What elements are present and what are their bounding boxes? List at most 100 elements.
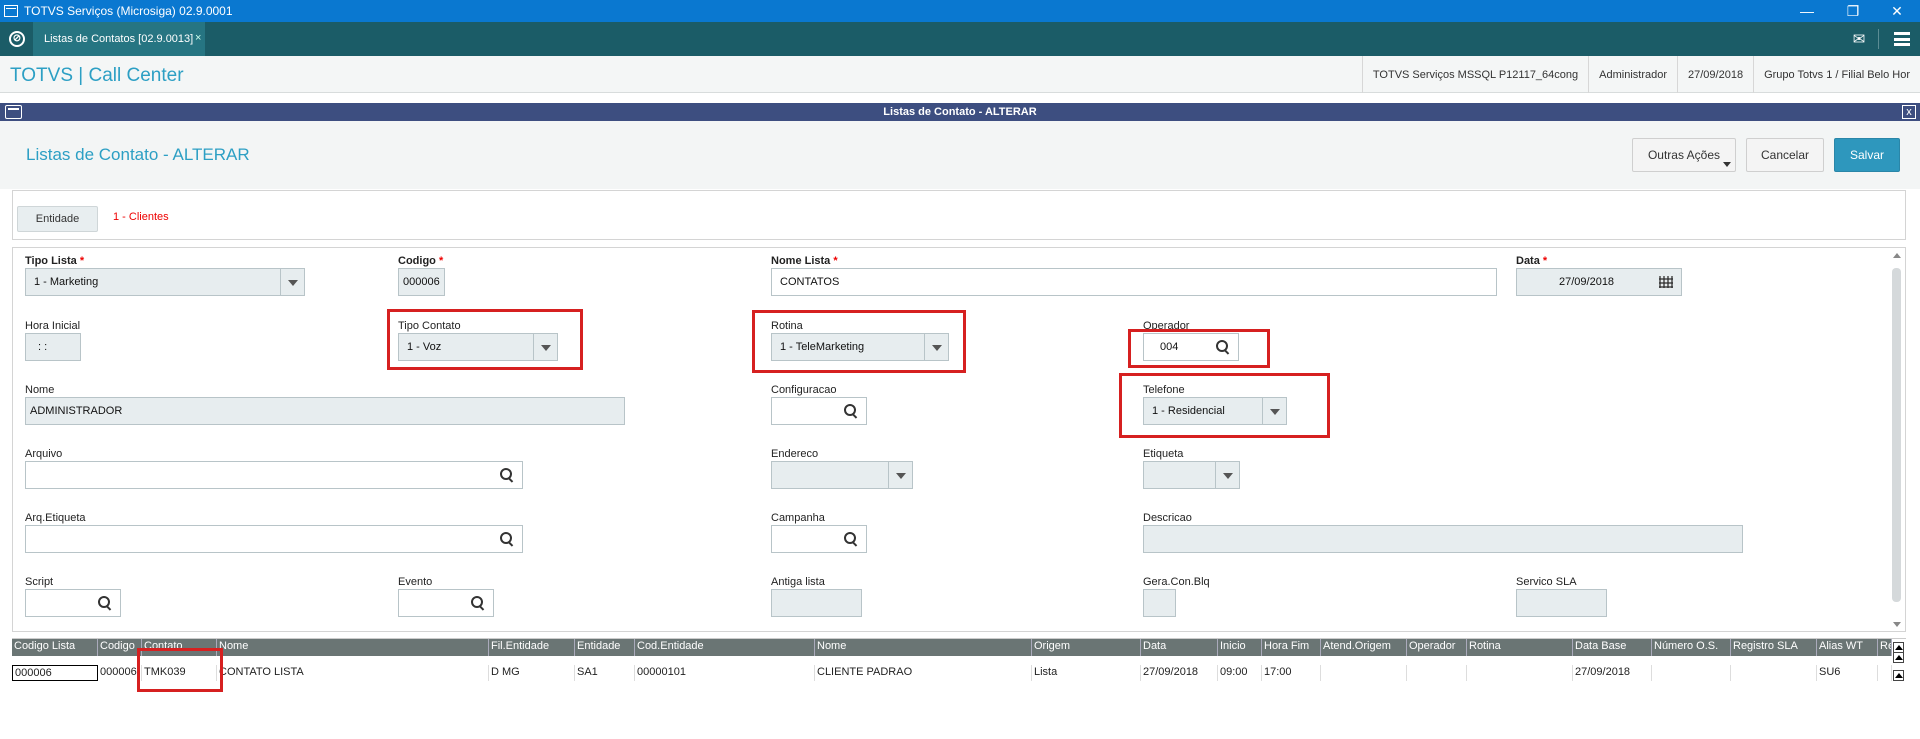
table-cell[interactable]: SU6 <box>1817 665 1878 681</box>
arq-etiqueta-field[interactable] <box>25 525 523 553</box>
tab-listas-contatos[interactable]: Listas de Contatos [02.9.0013] <box>33 22 205 56</box>
antiga-lista-field[interactable] <box>771 589 862 617</box>
nome-field[interactable]: ADMINISTRADOR <box>25 397 625 425</box>
table-row[interactable]: 000006 000006 TMK039 CONTATO LISTA D MG … <box>12 665 1892 681</box>
gera-con-blq-field[interactable] <box>1143 589 1176 617</box>
etiqueta-label: Etiqueta <box>1143 448 1184 460</box>
arquivo-field[interactable] <box>25 461 523 489</box>
table-cell[interactable] <box>1321 665 1407 681</box>
app-header: TOTVS | Call Center TOTVS Serviços MSSQL… <box>0 56 1920 93</box>
descricao-field[interactable] <box>1143 525 1743 553</box>
chevron-down-icon <box>533 334 557 360</box>
column-header[interactable]: Operador <box>1407 639 1467 656</box>
menu-icon[interactable] <box>1894 29 1910 49</box>
table-cell[interactable]: CONTATO LISTA <box>217 665 489 681</box>
column-header[interactable]: Rotina <box>1467 639 1573 656</box>
table-cell[interactable] <box>1731 665 1817 681</box>
table-cell[interactable]: Lista <box>1032 665 1141 681</box>
evento-field[interactable] <box>398 589 494 617</box>
column-header[interactable]: Hora Fim <box>1262 639 1321 656</box>
scroll-up-icon[interactable] <box>1893 652 1904 663</box>
tab-close-icon[interactable]: × <box>195 32 201 44</box>
script-field[interactable] <box>25 589 121 617</box>
search-icon[interactable] <box>844 404 858 418</box>
close-window-button[interactable]: ✕ <box>1874 0 1920 22</box>
configuracao-field[interactable] <box>771 397 867 425</box>
column-header[interactable]: Codigo <box>98 639 142 656</box>
table-cell[interactable]: TMK039 <box>142 665 217 681</box>
operador-field[interactable]: 004 <box>1143 333 1239 361</box>
save-button[interactable]: Salvar <box>1834 138 1900 172</box>
column-header[interactable]: Fil.Entidade <box>489 639 575 656</box>
hora-inicial-field[interactable]: : : <box>25 333 81 361</box>
column-header[interactable]: Inicio <box>1218 639 1262 656</box>
table-cell[interactable]: 27/09/2018 <box>1141 665 1218 681</box>
column-header[interactable]: Origem <box>1032 639 1141 656</box>
etiqueta-select[interactable] <box>1143 461 1240 489</box>
column-header[interactable]: Contato <box>142 639 217 656</box>
table-cell[interactable]: D MG <box>489 665 575 681</box>
table-cell[interactable]: CLIENTE PADRAO <box>815 665 1032 681</box>
telefone-select[interactable]: 1 - Residencial <box>1143 397 1287 425</box>
column-header[interactable]: Registro SLA <box>1731 639 1817 656</box>
codigo-field[interactable]: 000006 <box>398 268 445 296</box>
column-header[interactable]: Nome <box>815 639 1032 656</box>
column-header[interactable]: Número O.S. <box>1652 639 1731 656</box>
table-cell[interactable]: 000006 <box>12 665 98 681</box>
dialog-close-button[interactable]: x <box>1902 105 1916 119</box>
data-field[interactable]: 27/09/2018 <box>1516 268 1682 296</box>
table-cell[interactable]: 17:00 <box>1262 665 1321 681</box>
search-icon[interactable] <box>98 596 112 610</box>
column-header[interactable]: Codigo Lista <box>12 639 98 656</box>
dialog-header: Listas de Contato - ALTERAR Outras Ações… <box>0 121 1920 189</box>
rotina-select[interactable]: 1 - TeleMarketing <box>771 333 949 361</box>
nome-lista-label: Nome Lista * <box>771 255 838 267</box>
table-cell[interactable] <box>1652 665 1731 681</box>
column-header[interactable]: Nome <box>217 639 489 656</box>
calendar-icon[interactable] <box>1659 276 1673 288</box>
table-cell[interactable]: 27/09/2018 <box>1573 665 1652 681</box>
table-cell[interactable]: 00000101 <box>635 665 815 681</box>
scroll-up-icon[interactable] <box>1893 253 1901 258</box>
home-icon[interactable]: ⊘ <box>9 31 25 47</box>
column-header[interactable]: Data <box>1141 639 1218 656</box>
scroll-down-icon[interactable] <box>1893 622 1901 627</box>
restore-button[interactable]: ❐ <box>1830 0 1876 22</box>
campanha-field[interactable] <box>771 525 867 553</box>
tipo-contato-select[interactable]: 1 - Voz <box>398 333 558 361</box>
table-cell[interactable]: 000006 <box>98 665 142 681</box>
dialog-titlebar: Listas de Contato - ALTERAR x <box>0 103 1920 121</box>
nome-lista-field[interactable]: CONTATOS <box>771 268 1497 296</box>
column-header[interactable]: Entidade <box>575 639 635 656</box>
search-icon[interactable] <box>500 532 514 546</box>
search-icon[interactable] <box>844 532 858 546</box>
endereco-select[interactable] <box>771 461 913 489</box>
scroll-thumb[interactable] <box>1892 268 1901 602</box>
brand-title: TOTVS | Call Center <box>10 65 184 86</box>
column-header[interactable]: Alias WT <box>1817 639 1878 656</box>
column-header[interactable]: Atend.Origem <box>1321 639 1407 656</box>
tipo-lista-select[interactable]: 1 - Marketing <box>25 268 305 296</box>
minimize-button[interactable]: — <box>1784 0 1830 22</box>
table-cell[interactable]: SA1 <box>575 665 635 681</box>
entity-panel: Entidade 1 - Clientes <box>12 190 1906 240</box>
search-icon[interactable] <box>471 596 485 610</box>
entity-button[interactable]: Entidade <box>17 206 98 232</box>
search-icon[interactable] <box>500 468 514 482</box>
telefone-label: Telefone <box>1143 384 1185 396</box>
column-header[interactable]: Cod.Entidade <box>635 639 815 656</box>
cancel-button[interactable]: Cancelar <box>1746 138 1824 172</box>
table-cell[interactable] <box>1878 665 1892 681</box>
column-header[interactable]: Re <box>1878 639 1892 656</box>
table-cell[interactable] <box>1467 665 1573 681</box>
column-header[interactable]: Data Base <box>1573 639 1652 656</box>
mail-icon[interactable]: ✉ <box>1846 30 1872 48</box>
table-cell[interactable] <box>1407 665 1467 681</box>
search-icon[interactable] <box>1216 340 1230 354</box>
scroll-up-icon[interactable] <box>1893 670 1904 681</box>
servico-sla-field[interactable] <box>1516 589 1607 617</box>
hora-inicial-label: Hora Inicial <box>25 320 81 332</box>
form-scrollbar[interactable] <box>1891 250 1903 630</box>
table-cell[interactable]: 09:00 <box>1218 665 1262 681</box>
other-actions-button[interactable]: Outras Ações <box>1632 138 1736 172</box>
